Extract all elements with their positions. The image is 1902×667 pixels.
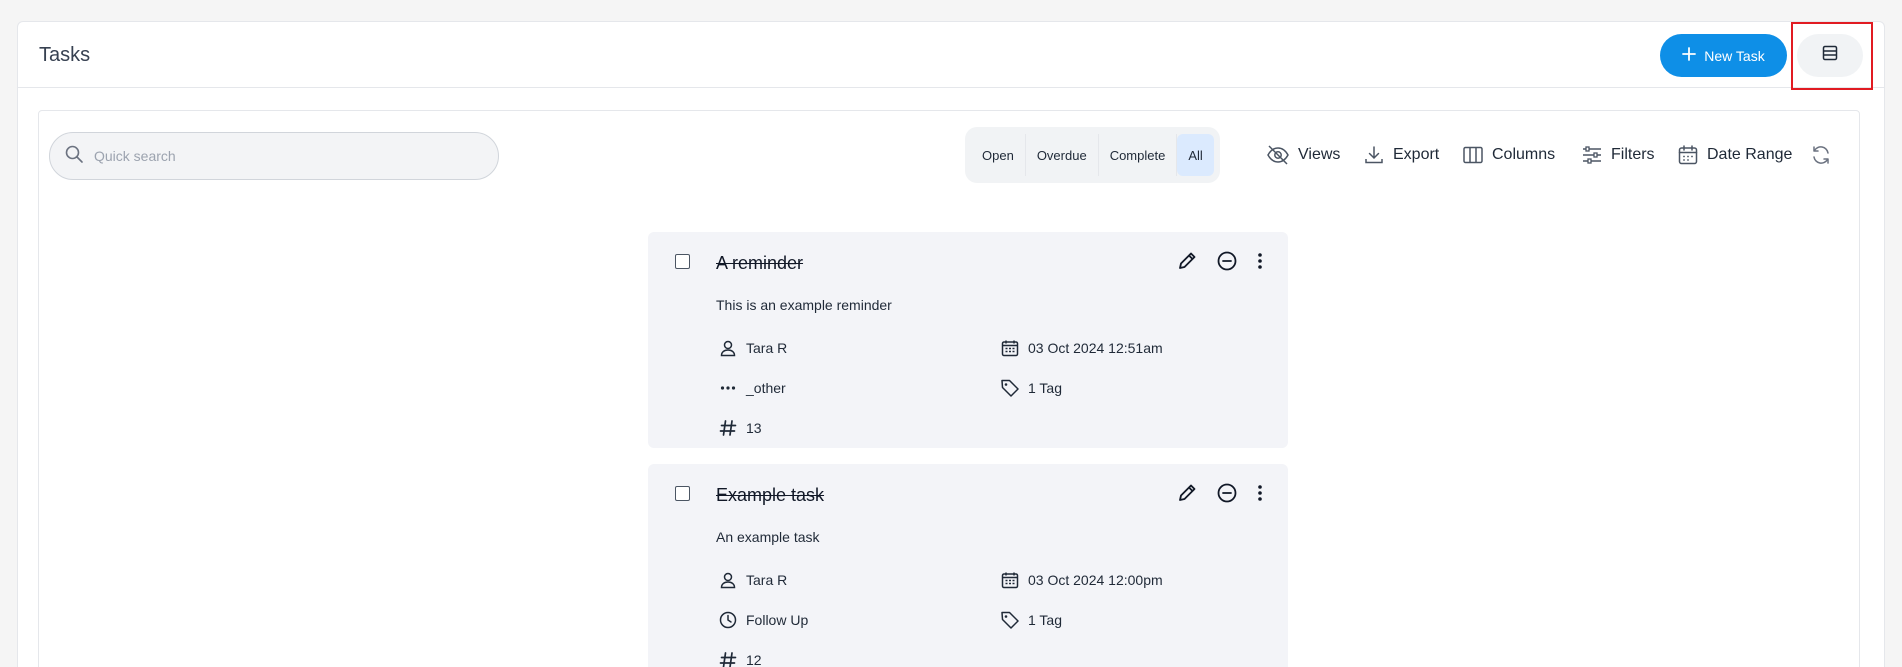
task-card[interactable]: A reminder This is an example reminder T… bbox=[648, 232, 1288, 448]
new-task-button[interactable]: New Task bbox=[1660, 34, 1787, 77]
filter-overdue[interactable]: Overdue bbox=[1026, 134, 1099, 176]
calendar-icon bbox=[1000, 570, 1020, 590]
more-vertical-icon[interactable] bbox=[1256, 482, 1264, 509]
task-type-text: Follow Up bbox=[746, 612, 809, 628]
task-number-text: 13 bbox=[746, 420, 762, 436]
task-assignee: Tara R bbox=[718, 338, 787, 358]
task-date: 03 Oct 2024 12:00pm bbox=[1000, 570, 1163, 590]
task-tags-text: 1 Tag bbox=[1028, 380, 1062, 396]
calendar-icon bbox=[1677, 144, 1699, 166]
task-checkbox[interactable] bbox=[675, 254, 690, 269]
user-icon bbox=[718, 338, 738, 358]
filter-all[interactable]: All bbox=[1177, 134, 1214, 176]
task-tags: 1 Tag bbox=[1000, 378, 1062, 398]
task-description: This is an example reminder bbox=[716, 297, 892, 313]
export-button[interactable]: Export bbox=[1363, 141, 1439, 169]
more-vertical-icon[interactable] bbox=[1256, 250, 1264, 277]
page-header: Tasks New Task bbox=[18, 22, 1884, 88]
task-number-text: 12 bbox=[746, 652, 762, 667]
task-date-text: 03 Oct 2024 12:00pm bbox=[1028, 572, 1163, 588]
hash-icon bbox=[718, 650, 738, 667]
user-icon bbox=[718, 570, 738, 590]
task-description: An example task bbox=[716, 529, 820, 545]
task-actions bbox=[1176, 482, 1264, 509]
filter-complete[interactable]: Complete bbox=[1099, 134, 1178, 176]
dots-icon bbox=[718, 378, 738, 398]
columns-icon bbox=[1462, 144, 1484, 166]
task-list-area: Open Overdue Complete All Views Export C… bbox=[38, 110, 1860, 667]
tag-icon bbox=[1000, 378, 1020, 398]
task-title: A reminder bbox=[716, 253, 804, 273]
task-number: 12 bbox=[718, 650, 762, 667]
filters-button[interactable]: Filters bbox=[1581, 141, 1655, 169]
views-button[interactable]: Views bbox=[1266, 141, 1340, 169]
task-date-text: 03 Oct 2024 12:51am bbox=[1028, 340, 1163, 356]
task-card[interactable]: Example task An example task Tara R 03 O… bbox=[648, 464, 1288, 667]
clock-icon bbox=[718, 610, 738, 630]
date-range-button[interactable]: Date Range bbox=[1677, 141, 1792, 169]
task-number: 13 bbox=[718, 418, 762, 438]
task-type: Follow Up bbox=[718, 610, 808, 630]
columns-button[interactable]: Columns bbox=[1462, 141, 1555, 169]
export-label: Export bbox=[1393, 146, 1440, 163]
list-layout-icon bbox=[1821, 44, 1839, 67]
filters-label: Filters bbox=[1611, 146, 1655, 163]
filter-open[interactable]: Open bbox=[971, 134, 1026, 176]
calendar-icon bbox=[1000, 338, 1020, 358]
task-actions bbox=[1176, 250, 1264, 277]
refresh-icon bbox=[1810, 144, 1832, 166]
sliders-icon bbox=[1581, 144, 1603, 166]
search-icon bbox=[64, 144, 84, 169]
columns-label: Columns bbox=[1492, 146, 1556, 163]
page-title: Tasks bbox=[39, 44, 91, 66]
edit-icon[interactable] bbox=[1176, 250, 1198, 277]
plus-icon bbox=[1682, 47, 1697, 64]
tag-icon bbox=[1000, 610, 1020, 630]
refresh-button[interactable] bbox=[1810, 141, 1832, 169]
remove-icon[interactable] bbox=[1216, 250, 1238, 277]
task-tags: 1 Tag bbox=[1000, 610, 1062, 630]
date-range-label: Date Range bbox=[1707, 146, 1793, 163]
download-icon bbox=[1363, 144, 1385, 166]
remove-icon[interactable] bbox=[1216, 482, 1238, 509]
assignee-name: Tara R bbox=[746, 572, 788, 588]
new-task-label: New Task bbox=[1704, 47, 1765, 64]
eye-off-icon bbox=[1266, 144, 1290, 166]
task-assignee: Tara R bbox=[718, 570, 787, 590]
layout-toggle-button[interactable] bbox=[1797, 34, 1863, 77]
views-label: Views bbox=[1298, 146, 1341, 163]
task-title: Example task bbox=[716, 485, 825, 505]
status-filter-group: Open Overdue Complete All bbox=[965, 127, 1220, 183]
task-date: 03 Oct 2024 12:51am bbox=[1000, 338, 1163, 358]
tasks-panel: Tasks New Task Open Overdue Complete All bbox=[17, 21, 1885, 667]
edit-icon[interactable] bbox=[1176, 482, 1198, 509]
task-type: _other bbox=[718, 378, 786, 398]
hash-icon bbox=[718, 418, 738, 438]
task-checkbox[interactable] bbox=[675, 486, 690, 501]
task-type-text: _other bbox=[746, 380, 786, 396]
task-tags-text: 1 Tag bbox=[1028, 612, 1062, 628]
search-input[interactable] bbox=[94, 148, 454, 164]
assignee-name: Tara R bbox=[746, 340, 788, 356]
quick-search[interactable] bbox=[49, 132, 499, 180]
